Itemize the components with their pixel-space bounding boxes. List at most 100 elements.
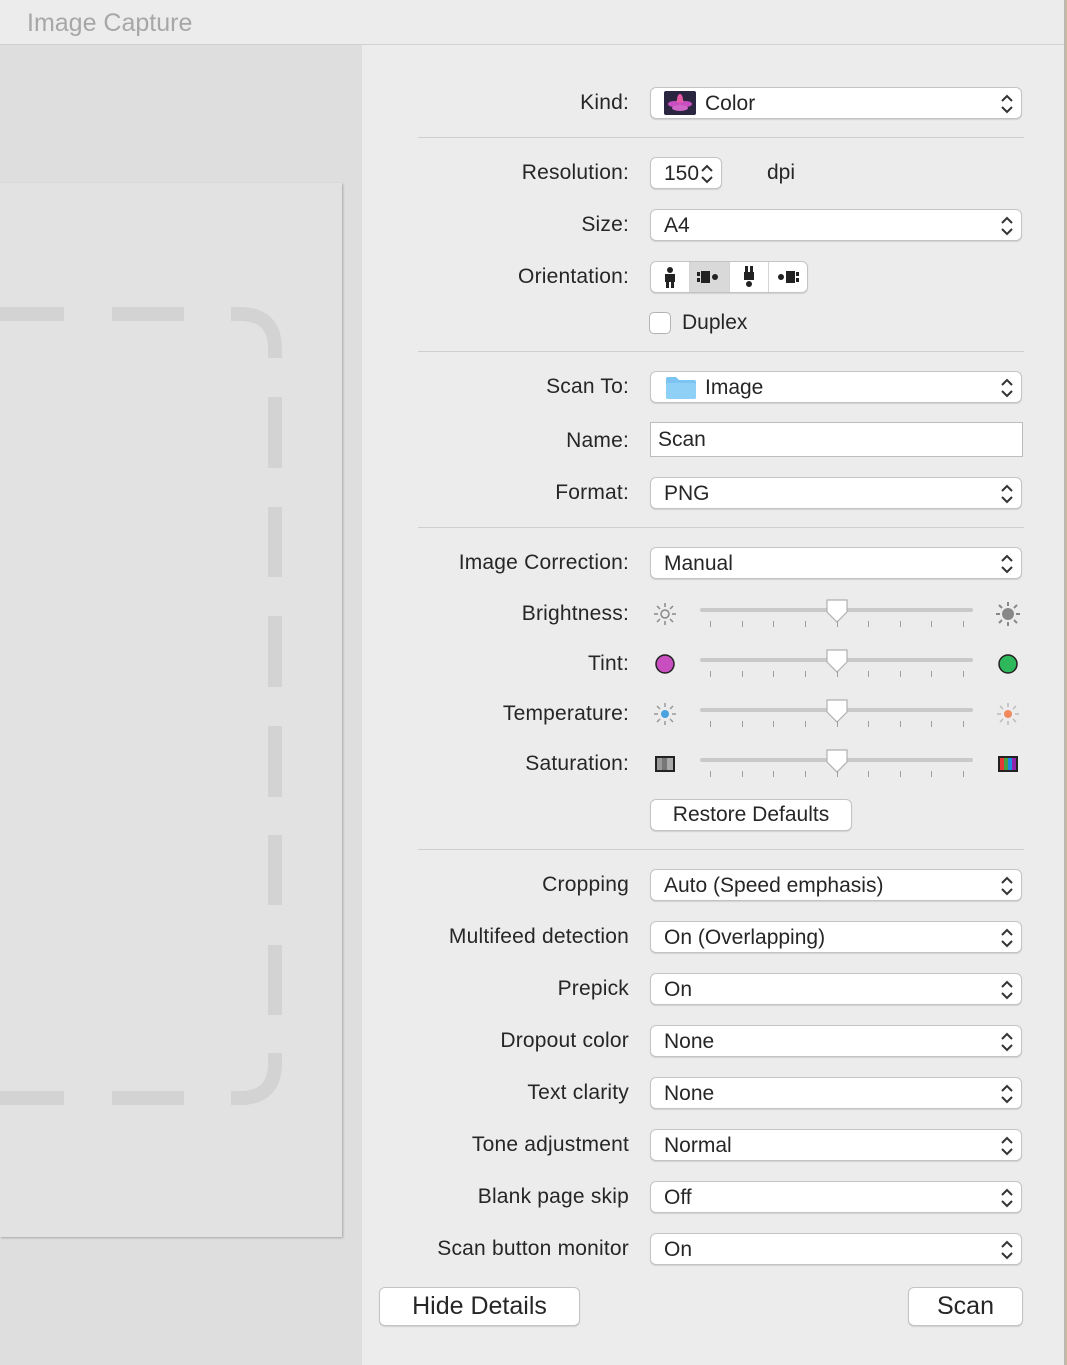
dropout-color-value: None [664,1030,715,1053]
restore-defaults-button[interactable]: Restore Defaults [650,799,852,831]
title-bar: Image Capture [0,0,1064,45]
slider-tick [773,621,775,627]
prepick-value: On [664,978,693,1001]
temperature-label: Temperature: [502,702,629,725]
window-title: Image Capture [27,9,193,37]
multifeed-label: Multifeed detection [448,925,629,948]
chevron-updown-icon [1001,378,1013,398]
slider-tick [836,771,838,777]
temperature-slider[interactable] [700,699,973,732]
scan-button-monitor-popup[interactable]: On [650,1233,1022,1265]
slider-tick [868,721,870,727]
saturation-slider[interactable] [700,749,973,782]
color-photo-icon [664,91,696,115]
resolution-label: Resolution: [521,161,629,184]
chevron-updown-icon [1001,554,1013,574]
size-value: A4 [664,214,690,237]
slider-tick [836,621,838,627]
dropout-color-label: Dropout color [500,1029,629,1052]
orientation-segmented-control[interactable] [650,261,808,293]
brightness-slider[interactable] [700,599,973,632]
cropping-popup[interactable]: Auto (Speed emphasis) [650,869,1022,901]
kind-popup[interactable]: Color [650,87,1022,119]
chevron-updown-icon [1001,216,1013,236]
chevron-updown-icon [1001,1136,1013,1156]
scan-to-value: Image [705,376,764,399]
slider-tick [931,621,933,627]
blank-page-skip-label: Blank page skip [477,1185,629,1208]
chevron-updown-icon [1001,1240,1013,1260]
hide-details-button[interactable]: Hide Details [379,1287,580,1326]
name-input[interactable] [656,427,1010,453]
text-clarity-popup[interactable]: None [650,1077,1022,1109]
slider-tick [836,671,838,677]
blank-page-skip-value: Off [664,1186,692,1209]
slider-tick [741,621,743,627]
chevron-updown-icon [1001,94,1013,114]
orientation-landscape-left[interactable] [690,262,730,292]
scan-to-label: Scan To: [546,375,629,398]
tone-adjustment-popup[interactable]: Normal [650,1129,1022,1161]
green-dot-icon [998,654,1018,674]
slider-tick [963,771,964,777]
orientation-portrait[interactable] [651,262,691,292]
preview-page[interactable] [0,183,342,1237]
format-label: Format: [555,481,629,504]
color-swatch-icon [998,756,1018,772]
scan-button-monitor-value: On [664,1238,693,1261]
slider-tick [710,721,711,727]
cool-sun-icon [654,703,676,725]
scan-button[interactable]: Scan [908,1287,1023,1326]
separator [418,351,1024,352]
tone-adjustment-value: Normal [664,1134,732,1157]
size-label: Size: [581,213,629,236]
portrait-inverted-icon [743,266,754,287]
name-label: Name: [566,429,629,452]
chevron-updown-icon[interactable] [699,163,715,185]
image-correction-value: Manual [664,552,733,575]
prepick-popup[interactable]: On [650,973,1022,1005]
duplex-checkbox[interactable] [649,312,671,334]
slider-tick [804,621,806,627]
image-correction-label: Image Correction: [458,551,629,574]
slider-tick [963,671,964,677]
chevron-updown-icon [1001,980,1013,1000]
slider-tick [899,671,901,677]
slider-tick [963,721,964,727]
cropping-label: Cropping [542,873,629,896]
orientation-portrait-inverted[interactable] [730,262,769,292]
blank-page-skip-popup[interactable]: Off [650,1181,1022,1213]
prepick-label: Prepick [557,977,629,1000]
tint-label: Tint: [587,652,629,675]
text-clarity-label: Text clarity [527,1081,629,1104]
landscape-right-icon [777,271,799,283]
name-field[interactable] [650,422,1023,457]
portrait-upright-icon [665,267,676,288]
slider-tick [741,771,743,777]
scan-to-popup[interactable]: Image [650,371,1022,403]
sun-bright-icon [996,602,1020,626]
dropout-color-popup[interactable]: None [650,1025,1022,1057]
orientation-landscape-right[interactable] [769,262,807,292]
tone-adjustment-label: Tone adjustment [471,1133,629,1156]
slider-tick [741,671,743,677]
tint-slider[interactable] [700,649,973,682]
format-popup[interactable]: PNG [650,477,1022,509]
multifeed-popup[interactable]: On (Overlapping) [650,921,1022,953]
grayscale-swatch-icon [655,756,675,772]
magenta-dot-icon [655,654,675,674]
resolution-value: 150 [664,162,700,185]
resolution-stepper[interactable]: 150 [650,157,722,189]
slider-tick [773,671,775,677]
scan-button-monitor-label: Scan button monitor [437,1237,629,1260]
slider-tick [899,621,901,627]
slider-tick [773,771,775,777]
chevron-updown-icon [1001,928,1013,948]
brightness-label: Brightness: [521,602,629,625]
slider-tick [741,721,743,727]
format-value: PNG [664,482,710,505]
size-popup[interactable]: A4 [650,209,1022,241]
chevron-updown-icon [1001,876,1013,896]
image-correction-popup[interactable]: Manual [650,547,1022,579]
slider-tick [710,621,711,627]
